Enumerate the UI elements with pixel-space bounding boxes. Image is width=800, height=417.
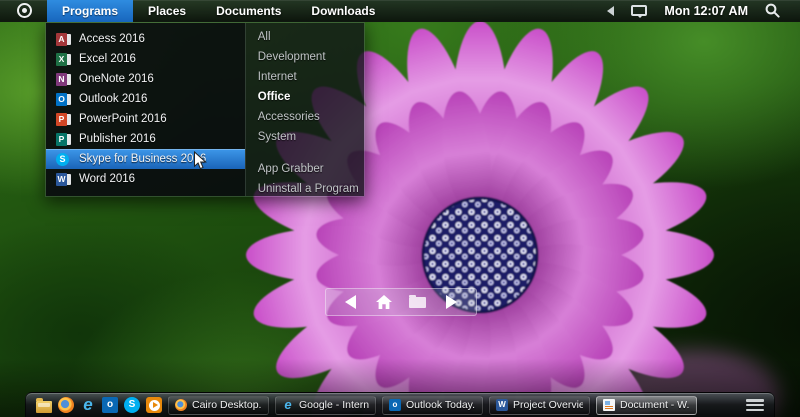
clock[interactable]: Mon 12:07 AM (664, 4, 748, 18)
top-menu-bar: Programs Places Documents Downloads Mon … (0, 0, 800, 22)
wordpad-document-icon (603, 399, 615, 411)
menu-places[interactable]: Places (133, 0, 201, 22)
taskbar-menu-button[interactable] (746, 398, 764, 412)
desktop-nav-toolbar (325, 288, 477, 316)
menu-item-excel-2016[interactable]: X Excel 2016 (46, 49, 245, 69)
category-system[interactable]: System (246, 127, 364, 147)
cairo-menu-icon[interactable] (17, 3, 32, 18)
display-icon[interactable] (631, 5, 648, 18)
outlook-icon: o (389, 399, 401, 411)
task-button-project-overview[interactable]: W Project Overvie... (489, 395, 590, 415)
internet-explorer-icon: e (284, 397, 292, 412)
menu-item-outlook-2016[interactable]: O Outlook 2016 (46, 89, 245, 109)
back-button[interactable] (339, 291, 363, 313)
folder-icon[interactable] (36, 397, 52, 413)
menu-item-word-2016[interactable]: W Word 2016 (46, 169, 245, 189)
skype-for-business-icon: S (56, 152, 71, 166)
action-uninstall-a-program[interactable]: Uninstall a Program (246, 179, 364, 199)
task-button-google[interactable]: e Google - Intern... (275, 395, 376, 415)
home-button[interactable] (372, 291, 396, 313)
folder-icon (409, 294, 427, 308)
firefox-icon[interactable] (58, 397, 74, 413)
category-all[interactable]: All (246, 27, 364, 47)
category-office[interactable]: Office (246, 87, 364, 107)
category-spacer (246, 147, 364, 159)
forward-button[interactable] (439, 291, 463, 313)
publisher-icon: P (56, 132, 71, 146)
category-internet[interactable]: Internet (246, 67, 364, 87)
firefox-icon (175, 399, 187, 411)
category-accessories[interactable]: Accessories (246, 107, 364, 127)
hamburger-icon (746, 399, 764, 402)
tray-collapse-arrow-icon[interactable] (607, 5, 615, 16)
cairo-desktop: Programs Places Documents Downloads Mon … (0, 0, 800, 417)
programs-menu: A Access 2016 X Excel 2016 N OneNote 201… (45, 22, 365, 197)
menu-documents[interactable]: Documents (201, 0, 296, 22)
word-icon: W (496, 399, 508, 411)
back-arrow-icon (345, 295, 357, 309)
powerpoint-icon: P (56, 112, 71, 126)
outlook-icon: O (56, 92, 71, 106)
task-button-outlook-today[interactable]: o Outlook Today... (382, 395, 483, 415)
menu-item-onenote-2016[interactable]: N OneNote 2016 (46, 69, 245, 89)
media-player-icon[interactable] (146, 397, 162, 413)
programs-category-list: All Development Internet Office Accessor… (244, 23, 364, 199)
action-app-grabber[interactable]: App Grabber (246, 159, 364, 179)
word-icon: W (56, 172, 71, 186)
menu-item-skype-for-business-2016[interactable]: S Skype for Business 2016 (46, 149, 245, 169)
access-icon: A (56, 32, 71, 46)
menu-downloads[interactable]: Downloads (296, 0, 390, 22)
category-development[interactable]: Development (246, 47, 364, 67)
task-button-document[interactable]: Document - W... (596, 395, 697, 415)
internet-explorer-icon[interactable]: e (80, 396, 96, 413)
programs-app-list: A Access 2016 X Excel 2016 N OneNote 201… (46, 23, 245, 196)
outlook-icon[interactable]: o (102, 397, 118, 413)
taskbar: e o S Cairo Desktop... e Google - Intern… (25, 392, 775, 417)
menu-programs[interactable]: Programs (47, 0, 134, 22)
forward-arrow-icon (445, 295, 457, 309)
menu-item-access-2016[interactable]: A Access 2016 (46, 29, 245, 49)
menu-item-powerpoint-2016[interactable]: P PowerPoint 2016 (46, 109, 245, 129)
excel-icon: X (56, 52, 71, 66)
folder-button[interactable] (406, 291, 430, 313)
onenote-icon: N (56, 72, 71, 86)
search-icon[interactable] (765, 3, 780, 18)
topbar-right-cluster: Mon 12:07 AM (607, 3, 800, 18)
skype-icon[interactable]: S (124, 397, 140, 413)
menu-item-publisher-2016[interactable]: P Publisher 2016 (46, 129, 245, 149)
task-button-cairo-desktop[interactable]: Cairo Desktop... (168, 395, 269, 415)
home-icon (376, 295, 393, 309)
